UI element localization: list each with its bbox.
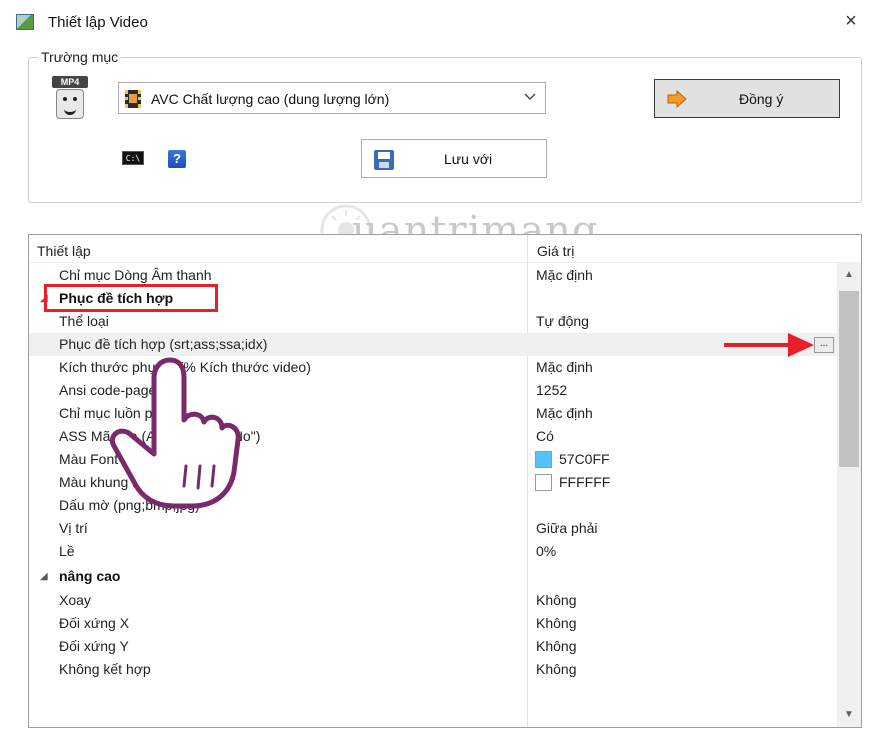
mp4-format-icon: MP4 <box>52 76 88 120</box>
row-value: Mặc định <box>536 267 593 283</box>
mp4-tag: MP4 <box>52 76 88 88</box>
row-name: Xoay <box>59 592 91 608</box>
column-header-value: Giá trị <box>537 243 575 259</box>
profile-select[interactable]: AVC Chất lượng cao (dung lượng lớn) <box>118 82 546 114</box>
title-bar: Thiết lập Video × <box>0 0 870 44</box>
app-image-icon <box>16 14 34 30</box>
grid-row[interactable]: Xoay Không <box>29 589 839 612</box>
scroll-down-icon[interactable]: ▼ <box>837 703 861 727</box>
scroll-up-icon[interactable]: ▲ <box>837 263 861 287</box>
row-value: Mặc định <box>536 405 593 421</box>
row-name: Chỉ mục Dòng Âm thanh <box>59 267 212 283</box>
row-value: Không <box>536 615 577 631</box>
row-value: 1252 <box>536 382 568 398</box>
scroll-thumb[interactable] <box>839 291 859 467</box>
groupbox-label: Trường mục <box>38 49 122 65</box>
grid-row[interactable]: Đối xứng Y Không <box>29 635 839 658</box>
grid-row[interactable]: Không kết hợp Không <box>29 658 839 681</box>
row-value: Giữa phải <box>536 520 598 536</box>
grid-row[interactable]: Đối xứng X Không <box>29 612 839 635</box>
ok-button-label: Đồng ý <box>739 91 784 107</box>
row-value: Tự động <box>536 313 589 329</box>
grid-row[interactable]: Thể loại Tự động <box>29 310 839 333</box>
row-value: Không <box>536 661 577 677</box>
browse-button[interactable]: ... <box>814 337 834 353</box>
color-swatch <box>535 451 552 468</box>
color-swatch <box>535 474 552 491</box>
film-icon <box>125 90 141 108</box>
column-header-setting: Thiết lập <box>37 243 91 259</box>
window-title: Thiết lập Video <box>48 14 148 31</box>
command-prompt-icon[interactable]: C:\ <box>122 151 144 165</box>
vertical-scrollbar[interactable]: ▲ ▼ <box>837 263 861 727</box>
row-name: Đối xứng Y <box>59 638 129 654</box>
arrow-right-icon <box>667 90 687 108</box>
highlight-box <box>44 284 218 312</box>
collapse-icon[interactable]: ◢ <box>40 571 48 582</box>
row-value: FFFFFF <box>559 474 611 490</box>
category-row[interactable]: ◢ nâng cao <box>29 565 839 588</box>
row-value: 57C0FF <box>559 451 610 467</box>
grid-row[interactable]: Lề 0% <box>29 540 839 563</box>
pointing-hand-icon <box>110 357 241 509</box>
floppy-disk-icon <box>374 150 394 170</box>
save-as-button[interactable]: Lưu với <box>361 139 547 178</box>
close-button[interactable]: × <box>840 10 862 32</box>
row-name: Không kết hợp <box>59 661 151 677</box>
row-value: Có <box>536 428 554 444</box>
category-name: nâng cao <box>59 568 121 584</box>
help-icon[interactable]: ? <box>168 150 186 168</box>
ok-button[interactable]: Đồng ý <box>654 79 840 118</box>
row-name: Vị trí <box>59 520 88 536</box>
save-as-button-label: Lưu với <box>444 151 493 167</box>
grid-header: Thiết lập Giá trị <box>29 235 861 263</box>
row-name: Lề <box>59 543 75 559</box>
row-value: Mặc định <box>536 359 593 375</box>
row-value: Không <box>536 592 577 608</box>
chevron-down-icon <box>524 93 536 100</box>
row-value: 0% <box>536 543 557 559</box>
row-name: Đối xứng X <box>59 615 130 631</box>
profile-select-value: AVC Chất lượng cao (dung lượng lớn) <box>151 91 390 107</box>
grid-row[interactable]: Vị trí Giữa phải <box>29 517 839 540</box>
row-name: Thể loại <box>59 313 109 329</box>
row-value: Không <box>536 638 577 654</box>
red-arrow-icon <box>724 333 814 357</box>
